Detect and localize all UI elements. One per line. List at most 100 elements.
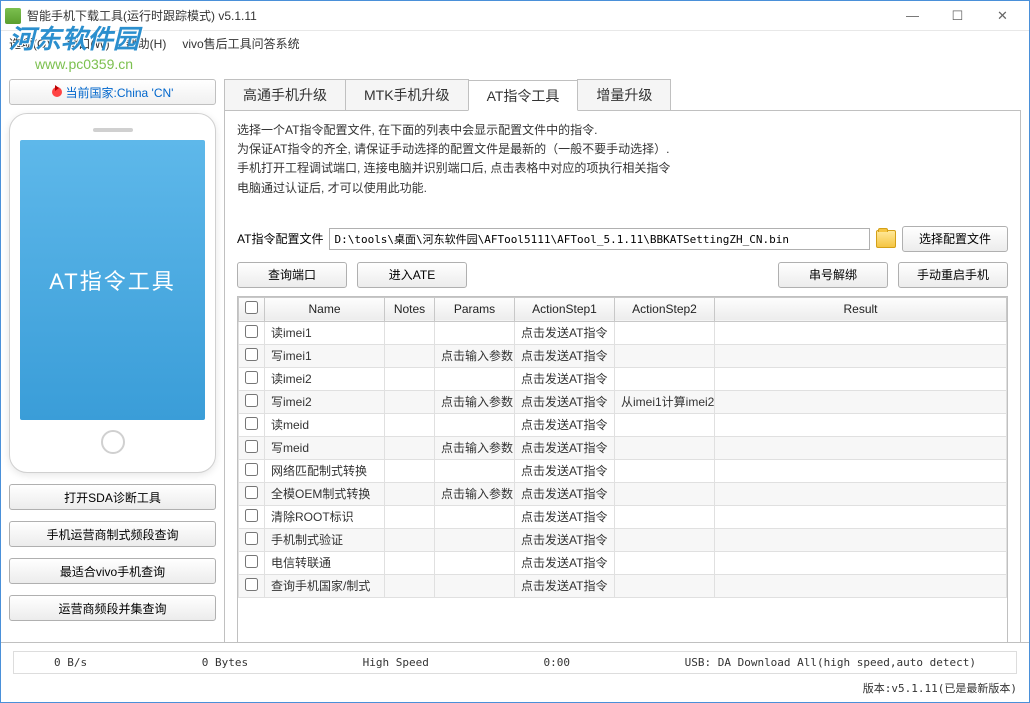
row-checkbox[interactable]	[245, 555, 258, 568]
cell-result[interactable]	[715, 367, 1007, 390]
cell-name[interactable]: 电信转联通	[265, 551, 385, 574]
cell-result[interactable]	[715, 321, 1007, 344]
menu-options[interactable]: 选项(O)	[9, 35, 50, 52]
cell-result[interactable]	[715, 482, 1007, 505]
cell-step2[interactable]	[615, 574, 715, 597]
cell-params[interactable]: 点击输入参数	[435, 482, 515, 505]
menu-window[interactable]: 窗口(W)	[66, 35, 109, 52]
table-row[interactable]: 读imei1点击发送AT指令	[239, 321, 1007, 344]
row-checkbox[interactable]	[245, 532, 258, 545]
cell-step2[interactable]	[615, 321, 715, 344]
cell-notes[interactable]	[385, 482, 435, 505]
folder-icon[interactable]	[876, 230, 896, 248]
row-checkbox-cell[interactable]	[239, 367, 265, 390]
table-row[interactable]: 查询手机国家/制式点击发送AT指令	[239, 574, 1007, 597]
reboot-button[interactable]: 手动重启手机	[898, 262, 1008, 288]
tab-at[interactable]: AT指令工具	[468, 80, 579, 111]
cell-result[interactable]	[715, 528, 1007, 551]
row-checkbox[interactable]	[245, 463, 258, 476]
cell-step2[interactable]	[615, 551, 715, 574]
header-step1[interactable]: ActionStep1	[515, 297, 615, 321]
carrier-query-button[interactable]: 手机运营商制式频段查询	[9, 521, 216, 547]
row-checkbox-cell[interactable]	[239, 321, 265, 344]
row-checkbox[interactable]	[245, 325, 258, 338]
vivo-query-button[interactable]: 最适合vivo手机查询	[9, 558, 216, 584]
cell-result[interactable]	[715, 459, 1007, 482]
cell-params[interactable]	[435, 367, 515, 390]
row-checkbox-cell[interactable]	[239, 436, 265, 459]
row-checkbox[interactable]	[245, 509, 258, 522]
row-checkbox-cell[interactable]	[239, 551, 265, 574]
cell-name[interactable]: 读meid	[265, 413, 385, 436]
cell-name[interactable]: 清除ROOT标识	[265, 505, 385, 528]
table-row[interactable]: 写imei1点击输入参数点击发送AT指令	[239, 344, 1007, 367]
table-row[interactable]: 写meid 点击输入参数点击发送AT指令	[239, 436, 1007, 459]
cell-step1[interactable]: 点击发送AT指令	[515, 321, 615, 344]
cell-step2[interactable]	[615, 367, 715, 390]
cell-params[interactable]	[435, 505, 515, 528]
menu-vivo[interactable]: vivo售后工具问答系统	[182, 35, 299, 52]
cell-step2[interactable]	[615, 505, 715, 528]
cell-result[interactable]	[715, 505, 1007, 528]
maximize-button[interactable]: ☐	[935, 2, 980, 30]
row-checkbox-cell[interactable]	[239, 344, 265, 367]
config-path-input[interactable]	[329, 228, 870, 250]
cell-params[interactable]	[435, 574, 515, 597]
cell-params[interactable]	[435, 528, 515, 551]
row-checkbox[interactable]	[245, 417, 258, 430]
row-checkbox[interactable]	[245, 348, 258, 361]
enter-ate-button[interactable]: 进入ATE	[357, 262, 467, 288]
country-box[interactable]: 当前国家:China 'CN'	[9, 79, 216, 105]
cell-result[interactable]	[715, 413, 1007, 436]
cell-step1[interactable]: 点击发送AT指令	[515, 390, 615, 413]
cell-step2[interactable]	[615, 436, 715, 459]
tab-mtk[interactable]: MTK手机升级	[345, 79, 469, 110]
cell-step1[interactable]: 点击发送AT指令	[515, 367, 615, 390]
cell-result[interactable]	[715, 551, 1007, 574]
table-row[interactable]: 读meid 点击发送AT指令	[239, 413, 1007, 436]
row-checkbox[interactable]	[245, 440, 258, 453]
table-row[interactable]: 全模OEM制式转换点击输入参数点击发送AT指令	[239, 482, 1007, 505]
row-checkbox-cell[interactable]	[239, 574, 265, 597]
cell-notes[interactable]	[385, 390, 435, 413]
cell-step1[interactable]: 点击发送AT指令	[515, 344, 615, 367]
cell-params[interactable]	[435, 459, 515, 482]
header-checkbox[interactable]	[239, 297, 265, 321]
row-checkbox[interactable]	[245, 371, 258, 384]
cell-notes[interactable]	[385, 367, 435, 390]
cell-step2[interactable]	[615, 344, 715, 367]
cell-notes[interactable]	[385, 459, 435, 482]
table-row[interactable]: 网络匹配制式转换点击发送AT指令	[239, 459, 1007, 482]
cell-name[interactable]: 手机制式验证	[265, 528, 385, 551]
cell-step1[interactable]: 点击发送AT指令	[515, 413, 615, 436]
cell-notes[interactable]	[385, 413, 435, 436]
cell-step1[interactable]: 点击发送AT指令	[515, 436, 615, 459]
cell-notes[interactable]	[385, 436, 435, 459]
menu-help[interactable]: 帮助(H)	[126, 35, 167, 52]
cell-notes[interactable]	[385, 528, 435, 551]
tab-delta[interactable]: 增量升级	[577, 79, 671, 110]
tab-qualcomm[interactable]: 高通手机升级	[224, 79, 346, 110]
cell-result[interactable]	[715, 574, 1007, 597]
freq-query-button[interactable]: 运营商频段并集查询	[9, 595, 216, 621]
cell-name[interactable]: 写imei2	[265, 390, 385, 413]
cell-notes[interactable]	[385, 551, 435, 574]
cell-name[interactable]: 查询手机国家/制式	[265, 574, 385, 597]
minimize-button[interactable]: —	[890, 2, 935, 30]
header-result[interactable]: Result	[715, 297, 1007, 321]
cell-params[interactable]: 点击输入参数	[435, 390, 515, 413]
cell-params[interactable]: 点击输入参数	[435, 436, 515, 459]
cell-step1[interactable]: 点击发送AT指令	[515, 482, 615, 505]
query-port-button[interactable]: 查询端口	[237, 262, 347, 288]
unbind-button[interactable]: 串号解绑	[778, 262, 888, 288]
table-row[interactable]: 清除ROOT标识 点击发送AT指令	[239, 505, 1007, 528]
cell-step1[interactable]: 点击发送AT指令	[515, 505, 615, 528]
row-checkbox-cell[interactable]	[239, 459, 265, 482]
row-checkbox-cell[interactable]	[239, 505, 265, 528]
select-config-button[interactable]: 选择配置文件	[902, 226, 1008, 252]
row-checkbox[interactable]	[245, 578, 258, 591]
cell-result[interactable]	[715, 436, 1007, 459]
header-params[interactable]: Params	[435, 297, 515, 321]
cell-name[interactable]: 写meid	[265, 436, 385, 459]
select-all-checkbox[interactable]	[245, 301, 258, 314]
